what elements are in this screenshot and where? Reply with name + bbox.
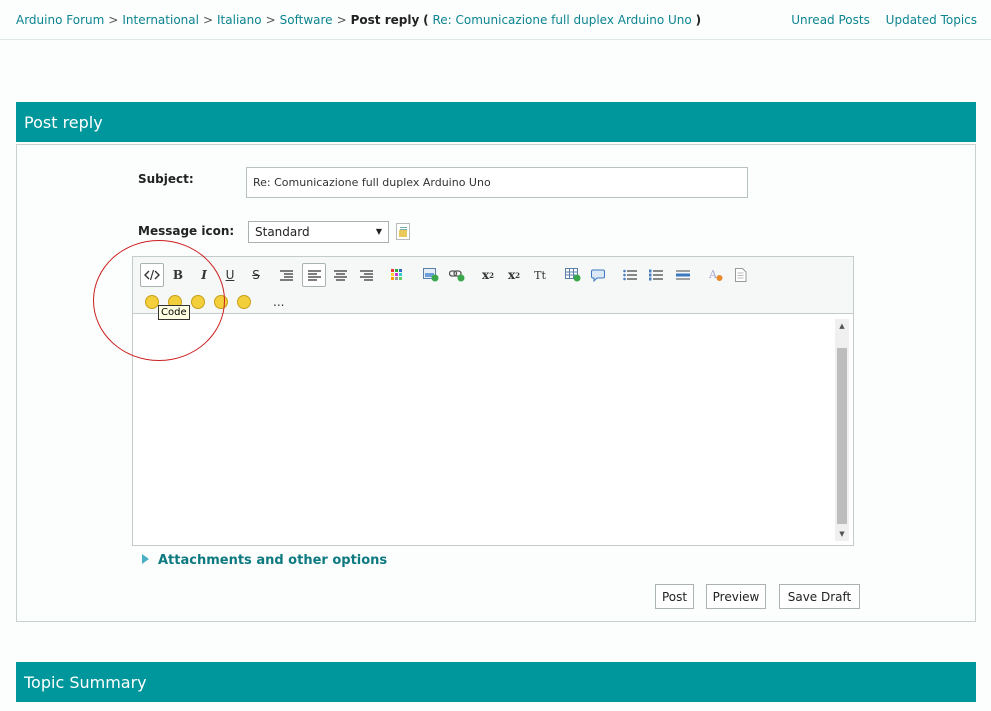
message-icon-select[interactable]: Standard ▼ [248,221,389,243]
attachments-toggle[interactable]: Attachments and other options [142,553,387,568]
link-icon [449,270,465,282]
breadcrumb-separator: > [265,13,276,27]
message-editor: B I U S x 2 x 2 Tt A ... ▲ ▼ [132,256,854,546]
color-palette-icon [391,269,402,280]
insert-image-button[interactable] [419,263,443,287]
remove-format-button[interactable]: A [704,263,728,287]
align-center-button[interactable] [328,263,352,287]
indent-icon [279,269,293,281]
numbered-list-icon [649,269,663,281]
superscript-base: x [481,268,490,282]
breadcrumb-international[interactable]: International [122,13,199,27]
preview-button[interactable]: Preview [706,584,766,609]
align-right-button[interactable] [354,263,378,287]
indent-button[interactable] [274,263,298,287]
svg-text:A: A [708,268,718,281]
remove-format-icon: A [708,268,723,281]
message-textarea[interactable]: ▲ ▼ [133,315,853,545]
align-left-button[interactable] [302,263,326,287]
breadcrumb-current: Post reply [350,13,420,27]
post-button[interactable]: Post [655,584,694,609]
breadcrumb-close-paren: ) [695,13,702,27]
updated-topics-link[interactable]: Updated Topics [886,13,977,27]
superscript-exponent: 2 [489,270,495,280]
source-button[interactable] [729,263,753,287]
subject-input[interactable] [246,167,748,198]
post-reply-header: Post reply [16,102,976,142]
breadcrumb-separator: > [108,13,119,27]
topic-summary-header: Topic Summary [16,662,976,702]
subscript-button[interactable]: x2 [502,263,526,287]
horizontal-rule-icon [676,270,690,280]
align-center-icon [333,269,347,281]
breadcrumb: Arduino Forum > International > Italiano > Sof… [16,13,701,27]
breadcrumb-open-paren: ( [423,13,429,27]
superscript-button[interactable]: x2 [476,263,500,287]
font-size-button[interactable]: Tt [528,263,552,287]
image-icon [423,268,439,282]
align-left-icon [307,269,321,281]
expand-triangle-icon [142,554,149,564]
attachments-label: Attachments and other options [158,553,388,568]
quote-button[interactable] [586,263,610,287]
breadcrumb-software[interactable]: Software [280,13,333,27]
message-icon-preview-icon [396,223,410,240]
bullet-list-icon [623,269,637,281]
bullet-list-button[interactable] [618,263,642,287]
source-document-icon [735,268,747,282]
breadcrumb-separator: > [336,13,347,27]
dropdown-arrow-icon: ▼ [375,227,382,236]
message-icon-selected: Standard [255,225,310,239]
scrollbar-thumb[interactable] [837,348,847,524]
breadcrumb-topic-link[interactable]: Re: Comunicazione full duplex Arduino Un… [432,13,691,27]
top-links: Unread Posts Updated Topics [779,13,977,27]
textarea-scrollbar[interactable]: ▲ ▼ [835,319,849,541]
table-icon [565,268,581,282]
save-draft-button[interactable]: Save Draft [779,584,860,609]
insert-table-button[interactable] [561,263,585,287]
more-emoticons-button[interactable]: ... [273,295,284,309]
insert-link-button[interactable] [445,263,469,287]
strikethrough-button[interactable]: S [244,263,268,287]
breadcrumb-italiano[interactable]: Italiano [217,13,262,27]
quote-icon [591,269,605,282]
annotation-circle [93,240,225,361]
smile-icon[interactable] [237,295,251,309]
unread-posts-link[interactable]: Unread Posts [791,13,870,27]
scroll-up-icon[interactable]: ▲ [835,319,849,333]
breadcrumb-arduino-forum[interactable]: Arduino Forum [16,13,104,27]
horizontal-rule-button[interactable] [671,263,695,287]
message-icon-label: Message icon: [138,224,235,238]
subscript-base: x [507,268,516,282]
top-navigation: Arduino Forum > International > Italiano > Sof… [0,0,991,40]
color-button[interactable] [385,263,409,287]
numbered-list-button[interactable] [644,263,668,287]
align-right-icon [359,269,373,281]
editor-toolbar: B I U S x 2 x 2 Tt A ... [133,257,853,314]
subject-label: Subject: [138,172,194,186]
subscript-index: 2 [515,270,521,280]
scroll-down-icon[interactable]: ▼ [835,527,849,541]
breadcrumb-separator: > [202,13,214,27]
